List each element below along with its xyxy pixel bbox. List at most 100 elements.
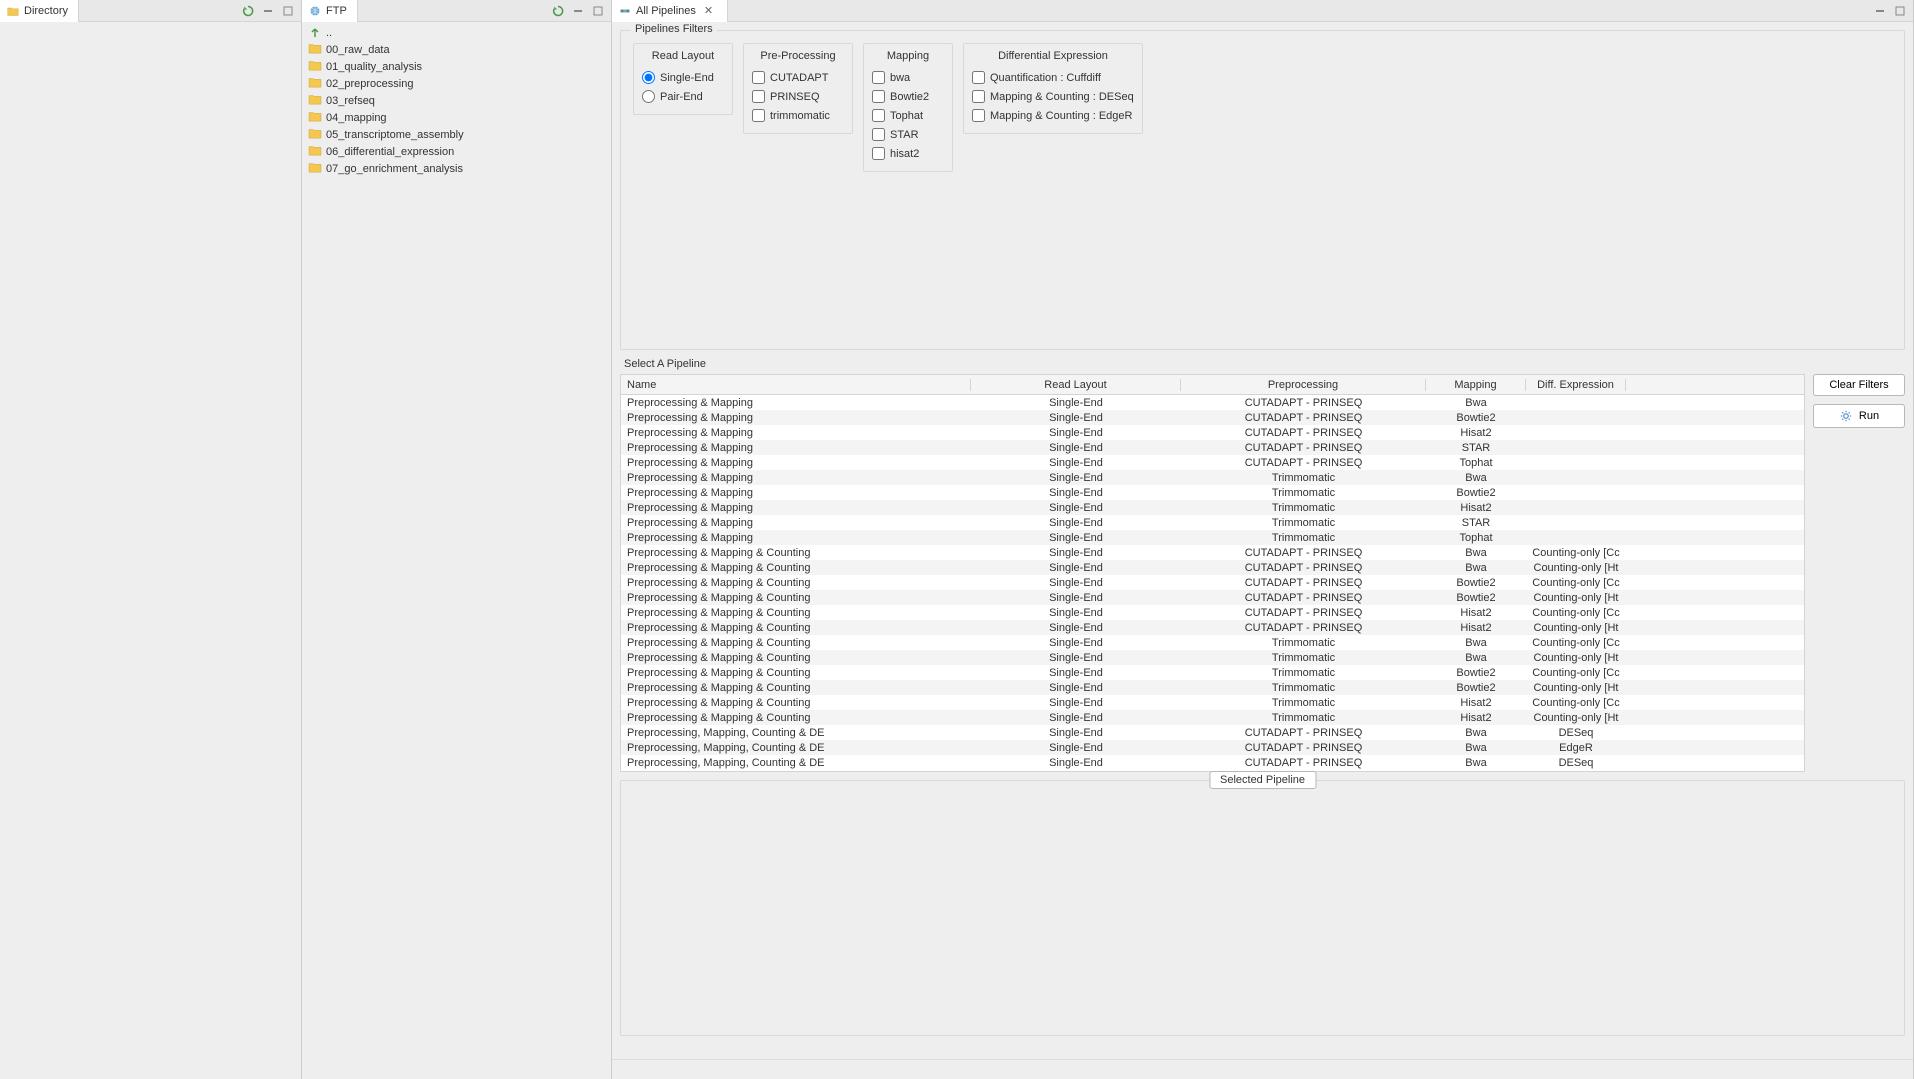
cell-mapping: Bwa [1426, 727, 1526, 739]
ftp-icon [308, 4, 322, 18]
table-row[interactable]: Preprocessing & Mapping & CountingSingle… [621, 620, 1804, 635]
cell-preprocessing: CUTADAPT - PRINSEQ [1181, 412, 1426, 424]
table-row[interactable]: Preprocessing & Mapping & CountingSingle… [621, 590, 1804, 605]
cell-preprocessing: Trimmomatic [1181, 637, 1426, 649]
table-row[interactable]: Preprocessing & Mapping & CountingSingle… [621, 665, 1804, 680]
cell-read-layout: Single-End [971, 682, 1181, 694]
cell-diff-expression: Counting-only [Ht [1526, 592, 1626, 604]
close-icon[interactable]: ✕ [700, 4, 717, 17]
col-diff-expression[interactable]: Diff. Expression [1526, 379, 1626, 391]
table-row[interactable]: Preprocessing & MappingSingle-EndTrimmom… [621, 530, 1804, 545]
table-row[interactable]: Preprocessing & Mapping & CountingSingle… [621, 635, 1804, 650]
table-row[interactable]: Preprocessing & MappingSingle-EndTrimmom… [621, 470, 1804, 485]
table-row[interactable]: Preprocessing & MappingSingle-EndTrimmom… [621, 485, 1804, 500]
table-row[interactable]: Preprocessing & MappingSingle-EndTrimmom… [621, 515, 1804, 530]
folder-icon [6, 4, 20, 18]
tree-folder[interactable]: 05_transcriptome_assembly [306, 126, 607, 143]
cell-name: Preprocessing & Mapping & Counting [621, 682, 971, 694]
refresh-icon[interactable] [551, 4, 565, 18]
cell-preprocessing: CUTADAPT - PRINSEQ [1181, 457, 1426, 469]
tree-up[interactable]: .. [306, 24, 607, 41]
table-row[interactable]: Preprocessing & MappingSingle-EndCUTADAP… [621, 455, 1804, 470]
checkbox-pp-cutadapt[interactable]: CUTADAPT [752, 68, 844, 87]
cell-mapping: Bwa [1426, 547, 1526, 559]
clear-filters-button[interactable]: Clear Filters [1813, 374, 1905, 396]
cell-preprocessing: CUTADAPT - PRINSEQ [1181, 757, 1426, 769]
checkbox-de-mapping-counting-deseq[interactable]: Mapping & Counting : DESeq [972, 87, 1134, 106]
cell-mapping: Bwa [1426, 637, 1526, 649]
checkbox-map-bowtie2[interactable]: Bowtie2 [872, 87, 944, 106]
table-row[interactable]: Preprocessing & Mapping & CountingSingle… [621, 575, 1804, 590]
cell-mapping: Bowtie2 [1426, 592, 1526, 604]
minimize-icon[interactable] [261, 4, 275, 18]
tree-label: 07_go_enrichment_analysis [326, 163, 463, 175]
cell-mapping: Bowtie2 [1426, 487, 1526, 499]
cell-read-layout: Single-End [971, 757, 1181, 769]
col-read-layout[interactable]: Read Layout [971, 379, 1181, 391]
minimize-icon[interactable] [1873, 4, 1887, 18]
radio-single-end[interactable]: Single-End [642, 68, 724, 87]
table-row[interactable]: Preprocessing & MappingSingle-EndCUTADAP… [621, 425, 1804, 440]
tab-ftp[interactable]: FTP [302, 0, 358, 22]
selected-pipeline-button[interactable]: Selected Pipeline [1209, 771, 1316, 789]
tree-folder[interactable]: 03_refseq [306, 92, 607, 109]
tree-folder[interactable]: 02_preprocessing [306, 75, 607, 92]
checkbox-pp-prinseq[interactable]: PRINSEQ [752, 87, 844, 106]
maximize-icon[interactable] [281, 4, 295, 18]
table-row[interactable]: Preprocessing & Mapping & CountingSingle… [621, 560, 1804, 575]
folder-icon [308, 127, 322, 142]
col-preprocessing[interactable]: Preprocessing [1181, 379, 1426, 391]
checkbox-pp-trimmomatic[interactable]: trimmomatic [752, 106, 844, 125]
minimize-icon[interactable] [571, 4, 585, 18]
table-row[interactable]: Preprocessing & MappingSingle-EndCUTADAP… [621, 395, 1804, 410]
table-row[interactable]: Preprocessing, Mapping, Counting & DESin… [621, 725, 1804, 740]
tab-directory[interactable]: Directory [0, 0, 79, 22]
checkbox-map-bwa[interactable]: bwa [872, 68, 944, 87]
table-row[interactable]: Preprocessing & Mapping & CountingSingle… [621, 650, 1804, 665]
cell-mapping: Hisat2 [1426, 712, 1526, 724]
cell-preprocessing: CUTADAPT - PRINSEQ [1181, 592, 1426, 604]
table-row[interactable]: Preprocessing & MappingSingle-EndCUTADAP… [621, 440, 1804, 455]
table-row[interactable]: Preprocessing, Mapping, Counting & DESin… [621, 740, 1804, 755]
tree-folder[interactable]: 07_go_enrichment_analysis [306, 160, 607, 177]
checkbox-de-quantification-cuffdiff[interactable]: Quantification : Cuffdiff [972, 68, 1134, 87]
tree-folder[interactable]: 00_raw_data [306, 41, 607, 58]
tree-folder[interactable]: 04_mapping [306, 109, 607, 126]
tree-folder[interactable]: 06_differential_expression [306, 143, 607, 160]
maximize-icon[interactable] [591, 4, 605, 18]
folder-icon [308, 59, 322, 74]
cell-name: Preprocessing & Mapping & Counting [621, 577, 971, 589]
checkbox-de-mapping-counting-edger[interactable]: Mapping & Counting : EdgeR [972, 106, 1134, 125]
run-button[interactable]: Run [1813, 404, 1905, 428]
table-row[interactable]: Preprocessing & Mapping & CountingSingle… [621, 710, 1804, 725]
table-row[interactable]: Preprocessing & Mapping & CountingSingle… [621, 605, 1804, 620]
tree-label: 04_mapping [326, 112, 387, 124]
cell-preprocessing: CUTADAPT - PRINSEQ [1181, 727, 1426, 739]
checkbox-map-tophat[interactable]: Tophat [872, 106, 944, 125]
filter-preprocessing: Pre-Processing CUTADAPTPRINSEQtrimmomati… [743, 43, 853, 134]
fgroup-title: Read Layout [642, 50, 724, 62]
maximize-icon[interactable] [1893, 4, 1907, 18]
folder-icon [308, 161, 322, 176]
col-mapping[interactable]: Mapping [1426, 379, 1526, 391]
table-row[interactable]: Preprocessing & Mapping & CountingSingle… [621, 680, 1804, 695]
tree-folder[interactable]: 01_quality_analysis [306, 58, 607, 75]
cell-read-layout: Single-End [971, 622, 1181, 634]
tab-all-pipelines[interactable]: All Pipelines ✕ [612, 0, 728, 22]
radio-pair-end[interactable]: Pair-End [642, 87, 724, 106]
cell-read-layout: Single-End [971, 442, 1181, 454]
table-row[interactable]: Preprocessing & Mapping & CountingSingle… [621, 545, 1804, 560]
refresh-icon[interactable] [241, 4, 255, 18]
table-row[interactable]: Preprocessing, Mapping, Counting & DESin… [621, 755, 1804, 770]
checkbox-map-hisat2[interactable]: hisat2 [872, 144, 944, 163]
col-name[interactable]: Name [621, 379, 971, 391]
table-row[interactable]: Preprocessing & Mapping & CountingSingle… [621, 695, 1804, 710]
table-row[interactable]: Preprocessing & MappingSingle-EndCUTADAP… [621, 410, 1804, 425]
checkbox-map-star[interactable]: STAR [872, 125, 944, 144]
cell-name: Preprocessing & Mapping [621, 502, 971, 514]
cell-read-layout: Single-End [971, 562, 1181, 574]
pipeline-table[interactable]: Name Read Layout Preprocessing Mapping D… [620, 374, 1805, 772]
cell-read-layout: Single-End [971, 487, 1181, 499]
table-row[interactable]: Preprocessing & MappingSingle-EndTrimmom… [621, 500, 1804, 515]
cell-diff-expression: Counting-only [Cc [1526, 697, 1626, 709]
